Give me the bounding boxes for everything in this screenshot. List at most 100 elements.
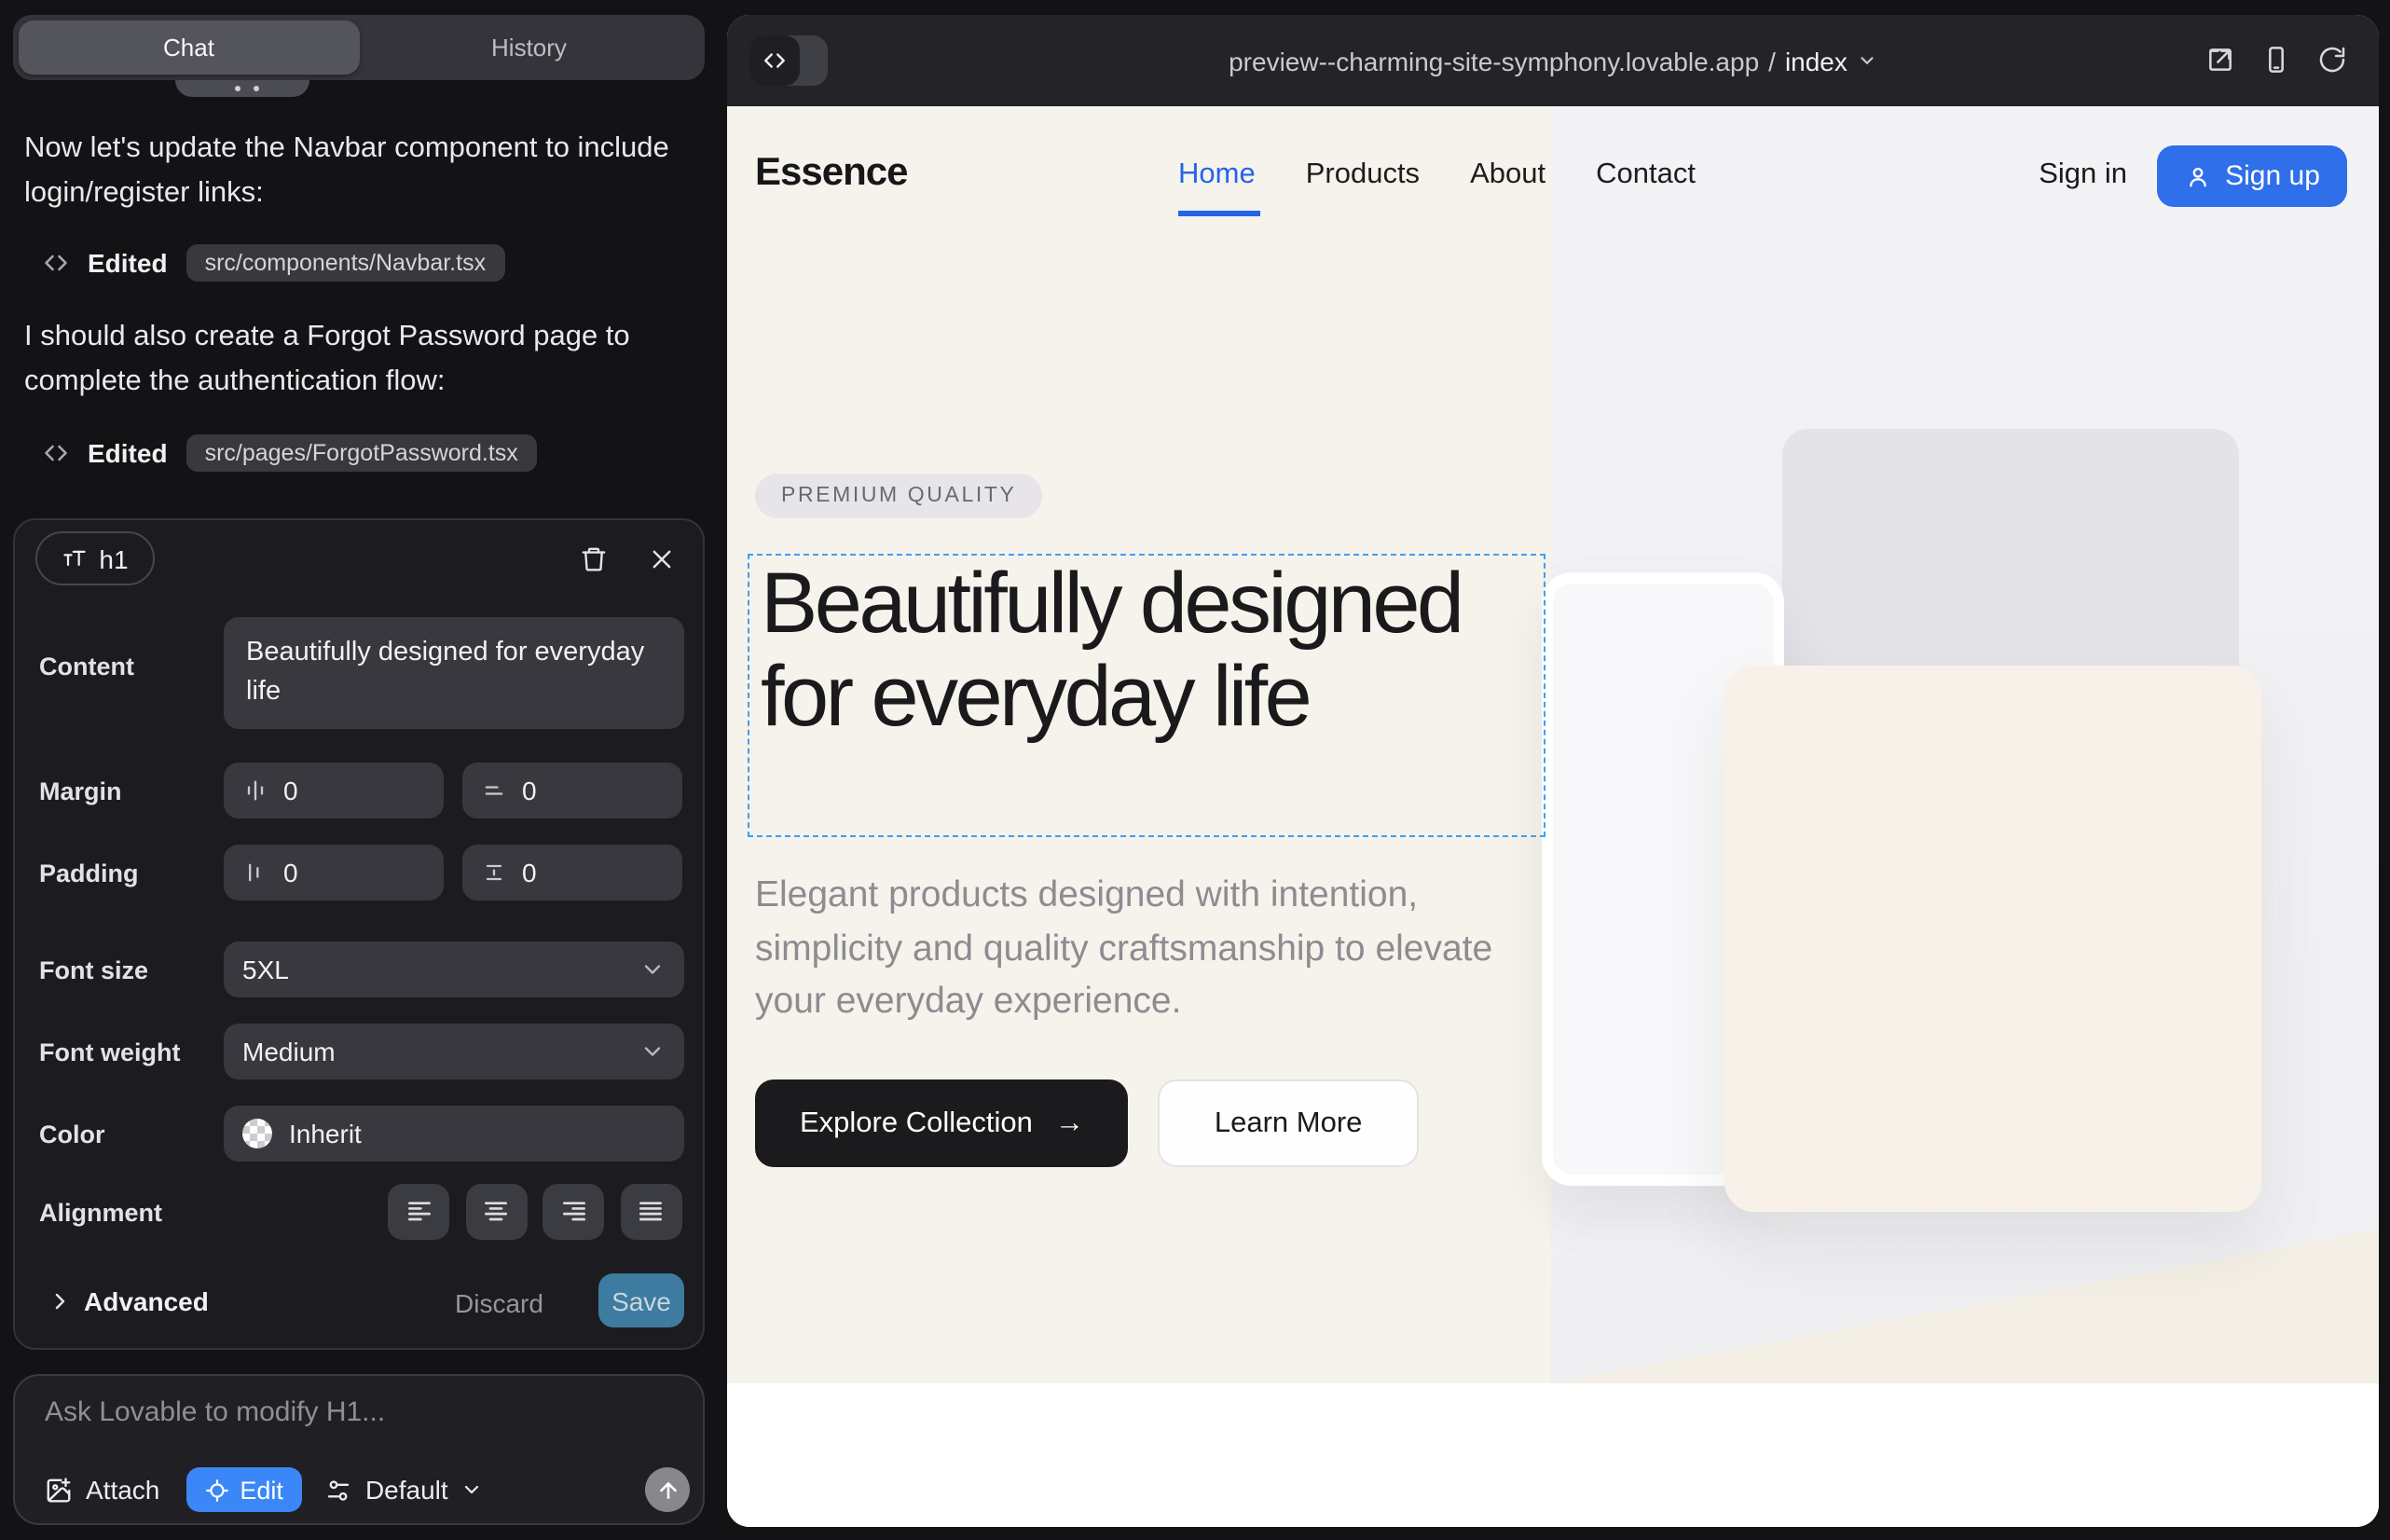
premium-quality-badge: PREMIUM QUALITY (755, 474, 1042, 518)
preview-browser-pane: preview--charming-site-symphony.lovable.… (727, 15, 2379, 1527)
color-label: Color (39, 1121, 105, 1148)
font-weight-label: Font weight (39, 1038, 180, 1066)
alignment-button-group (388, 1184, 681, 1240)
content-input[interactable]: Beautifully designed for everyday life (224, 617, 684, 729)
site-logo[interactable]: Essence (755, 151, 907, 196)
chevron-right-icon (48, 1290, 71, 1313)
margin-vertical-icon (481, 777, 507, 804)
align-right-button[interactable] (543, 1184, 604, 1240)
padding-x-value: 0 (283, 858, 298, 887)
preview-page: Essence Home Products About Contact Sign… (727, 106, 2379, 1527)
chat-composer[interactable]: Ask Lovable to modify H1... Attach Edit (13, 1374, 705, 1525)
app-window: Chat History Now let's update the Navbar… (0, 0, 2390, 1540)
target-icon (204, 1478, 228, 1502)
alignment-label: Alignment (39, 1199, 162, 1227)
edited-label: Edited (88, 438, 168, 468)
image-plus-icon (45, 1476, 73, 1504)
margin-horizontal-icon (242, 777, 268, 804)
close-icon[interactable] (649, 546, 675, 572)
tab-chat[interactable]: Chat (19, 21, 359, 75)
arrow-right-icon: → (1055, 1107, 1084, 1140)
nav-link-about[interactable]: About (1470, 158, 1545, 192)
advanced-toggle[interactable]: Advanced (48, 1286, 209, 1316)
margin-y-input[interactable]: 0 (462, 763, 682, 818)
margin-label: Margin (39, 777, 122, 805)
url-separator: / (1768, 46, 1776, 76)
learn-more-button[interactable]: Learn More (1159, 1079, 1419, 1167)
align-center-button[interactable] (465, 1184, 527, 1240)
padding-x-input[interactable]: 0 (224, 845, 444, 901)
tag-label: h1 (99, 543, 128, 573)
font-weight-select[interactable]: Medium (224, 1024, 684, 1079)
assistant-message: Now let's update the Navbar component to… (24, 127, 688, 216)
chevron-down-icon (639, 956, 666, 983)
scrolled-chip-peek (175, 80, 309, 97)
padding-label: Padding (39, 859, 139, 887)
product-card-placeholder-cream (1724, 666, 2261, 1212)
nav-link-contact[interactable]: Contact (1596, 158, 1696, 192)
element-editor-panel: h1 Content Beautifully designed for ever… (13, 518, 705, 1350)
edit-label: Edit (240, 1476, 283, 1504)
edited-file-row: Edited src/components/Navbar.tsx (43, 244, 504, 282)
url-breadcrumb[interactable]: preview--charming-site-symphony.lovable.… (727, 15, 2379, 106)
mobile-view-icon[interactable] (2261, 45, 2291, 75)
font-size-value: 5XL (242, 955, 289, 984)
url-page: index (1785, 46, 1847, 76)
padding-y-input[interactable]: 0 (462, 845, 682, 901)
explore-collection-button[interactable]: Explore Collection → (755, 1079, 1129, 1167)
explore-collection-label: Explore Collection (800, 1107, 1033, 1140)
site-navbar: Essence Home Products About Contact Sign… (727, 144, 2379, 207)
chevron-down-icon (639, 1038, 666, 1065)
attach-button[interactable]: Attach (45, 1475, 159, 1505)
selected-element-outline[interactable]: Beautifully designed for everyday life (748, 554, 1545, 837)
file-chip[interactable]: src/pages/ForgotPassword.tsx (186, 434, 537, 472)
preview-topbar: preview--charming-site-symphony.lovable.… (727, 15, 2379, 106)
active-nav-underline (1178, 211, 1260, 215)
margin-x-value: 0 (283, 776, 298, 805)
hero-section: Essence Home Products About Contact Sign… (727, 106, 2379, 1383)
chevron-down-icon (461, 1478, 484, 1501)
site-nav-links: Home Products About Contact (1178, 158, 1696, 192)
code-icon (43, 440, 69, 466)
user-icon (2184, 163, 2210, 189)
sign-in-link[interactable]: Sign in (2039, 158, 2127, 192)
refresh-icon[interactable] (2317, 45, 2347, 75)
align-justify-button[interactable] (620, 1184, 681, 1240)
sliders-icon (324, 1476, 352, 1504)
align-left-button[interactable] (388, 1184, 449, 1240)
padding-horizontal-icon (242, 859, 268, 886)
nav-link-home[interactable]: Home (1178, 158, 1256, 192)
nav-link-products[interactable]: Products (1306, 158, 1420, 192)
edited-file-row: Edited src/pages/ForgotPassword.tsx (43, 434, 537, 472)
topbar-actions (2205, 45, 2347, 75)
mode-select[interactable]: Default (324, 1475, 484, 1505)
hero-headline[interactable]: Beautifully designed for everyday life (749, 556, 1544, 742)
advanced-label: Advanced (84, 1286, 209, 1316)
mode-label: Default (365, 1475, 448, 1505)
color-select[interactable]: Inherit (224, 1106, 684, 1162)
open-external-icon[interactable] (2205, 45, 2235, 75)
edit-mode-button[interactable]: Edit (185, 1467, 302, 1512)
margin-x-input[interactable]: 0 (224, 763, 444, 818)
padding-y-value: 0 (522, 858, 537, 887)
save-button[interactable]: Save (598, 1273, 684, 1327)
edited-label: Edited (88, 248, 168, 278)
font-size-select[interactable]: 5XL (224, 942, 684, 997)
sign-up-button[interactable]: Sign up (2157, 145, 2347, 207)
type-icon (62, 545, 88, 571)
color-swatch-checkerboard (242, 1119, 272, 1148)
font-size-label: Font size (39, 956, 148, 984)
font-weight-value: Medium (242, 1037, 336, 1066)
selected-element-tag: h1 (35, 531, 155, 585)
tab-history[interactable]: History (359, 21, 699, 75)
code-icon (43, 250, 69, 276)
send-button[interactable] (645, 1467, 690, 1512)
composer-input[interactable]: Ask Lovable to modify H1... (45, 1396, 385, 1428)
delete-element-button[interactable] (580, 544, 608, 574)
composer-toolbar: Attach Edit Default (45, 1465, 690, 1514)
hero-description: Elegant products designed with intention… (755, 869, 1504, 1028)
color-value: Inherit (289, 1119, 362, 1148)
discard-button[interactable]: Discard (455, 1288, 543, 1318)
arrow-up-icon (655, 1478, 680, 1502)
file-chip[interactable]: src/components/Navbar.tsx (186, 244, 505, 282)
